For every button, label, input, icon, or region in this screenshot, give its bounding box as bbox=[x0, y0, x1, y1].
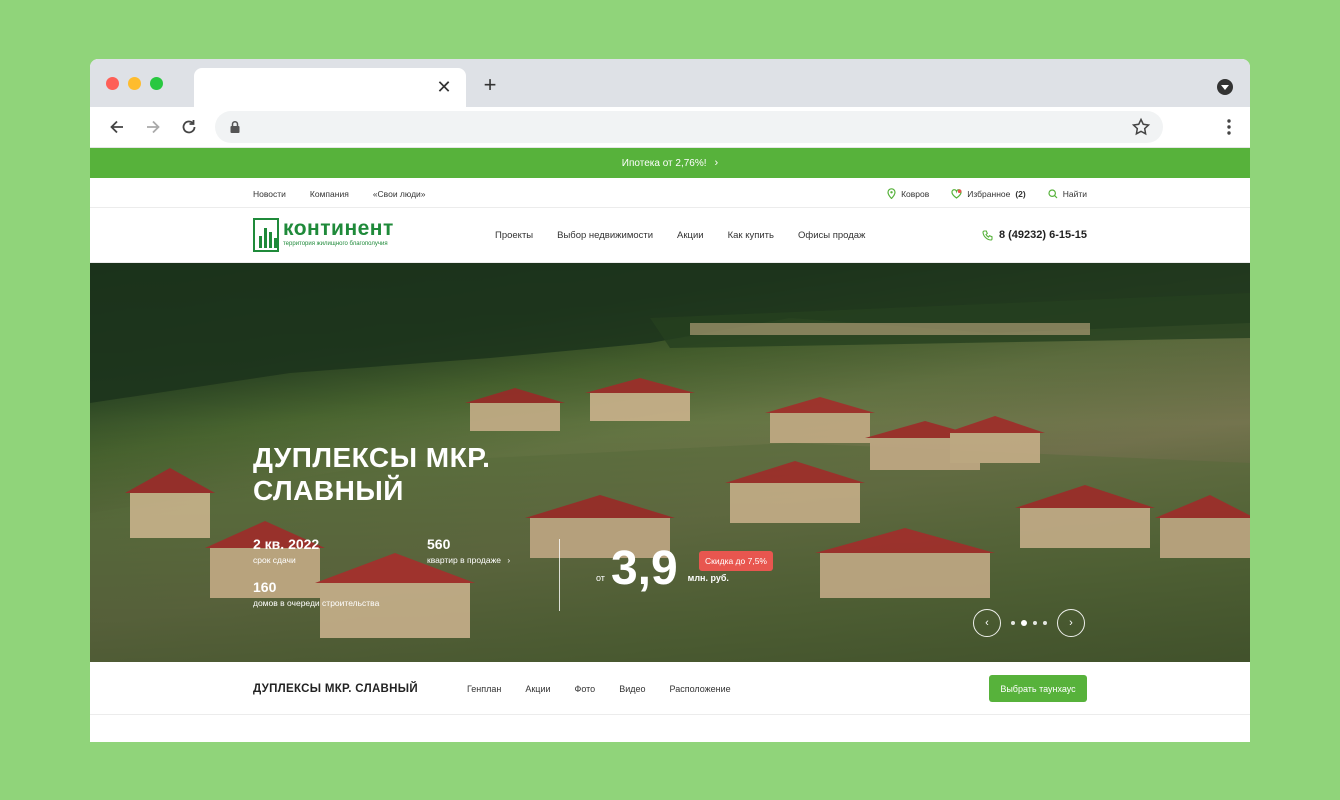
web-page: Ипотека от 2,76%! › Новости Компания «Св… bbox=[90, 148, 1250, 742]
favorites-link[interactable]: Избранное (2) bbox=[951, 188, 1026, 199]
address-bar[interactable] bbox=[215, 111, 1163, 143]
close-window-button[interactable] bbox=[106, 77, 119, 90]
stat-houses-value: 160 bbox=[253, 579, 277, 595]
stat-deadline-value: 2 кв. 2022 bbox=[253, 536, 320, 552]
back-button[interactable] bbox=[106, 116, 128, 138]
slider-next-button[interactable]: › bbox=[1057, 609, 1085, 637]
stat-deadline: 2 кв. 2022 срок сдачи bbox=[253, 536, 319, 565]
hero-title-line-1: ДУПЛЕКСЫ МКР. bbox=[253, 442, 491, 473]
city-label: Ковров bbox=[901, 188, 930, 199]
stat-houses-label: домов в очереди строительства bbox=[253, 598, 380, 608]
tab-search-button[interactable] bbox=[1217, 79, 1233, 95]
slider-pagination bbox=[1011, 620, 1047, 626]
choose-townhouse-button[interactable]: Выбрать таунхаус bbox=[989, 675, 1087, 702]
price-unit: млн. руб. bbox=[687, 573, 729, 583]
topnav-news[interactable]: Новости bbox=[253, 189, 286, 199]
arrow-left-icon bbox=[110, 120, 123, 134]
promo-banner[interactable]: Ипотека от 2,76%! › bbox=[90, 148, 1250, 178]
subnav-masterplan[interactable]: Генплан bbox=[467, 684, 501, 694]
browser-toolbar bbox=[90, 107, 1250, 148]
phone-icon bbox=[982, 229, 993, 241]
heart-icon bbox=[951, 188, 962, 199]
stat-houses: 160 домов в очереди строительства bbox=[253, 579, 379, 608]
subnav-promotions[interactable]: Акции bbox=[525, 684, 550, 694]
phone-link[interactable]: 8 (49232) 6-15-15 bbox=[982, 229, 1087, 241]
browser-tab[interactable]: ✕ bbox=[194, 68, 466, 107]
slider-controls: ‹ › bbox=[973, 609, 1085, 637]
nav-projects[interactable]: Проекты bbox=[495, 230, 533, 241]
stat-apartments-label-row: квартир в продаже › bbox=[427, 555, 510, 565]
discount-badge: Скидка до 7,5% bbox=[699, 551, 773, 571]
subnav-photo[interactable]: Фото bbox=[575, 684, 596, 694]
stat-divider bbox=[559, 539, 560, 611]
nav-sales-offices[interactable]: Офисы продаж bbox=[798, 230, 865, 241]
new-tab-button[interactable]: + bbox=[480, 74, 500, 96]
reload-icon bbox=[182, 120, 196, 134]
slide-dot[interactable] bbox=[1033, 621, 1037, 625]
site-logo[interactable]: континент территория жилищного благополу… bbox=[253, 218, 394, 252]
favorites-count: (2) bbox=[1015, 188, 1026, 199]
arrow-right-icon bbox=[147, 120, 160, 134]
nav-how-to-buy[interactable]: Как купить bbox=[728, 230, 774, 241]
hero-title: ДУПЛЕКСЫ МКР. СЛАВНЫЙ bbox=[253, 441, 490, 507]
city-selector[interactable]: Ковров bbox=[887, 188, 929, 199]
stat-apartments[interactable]: 560 квартир в продаже › bbox=[427, 536, 510, 565]
logo-name: континент bbox=[283, 217, 394, 240]
top-navigation: Новости Компания «Свои люди» Ковров Избр… bbox=[90, 178, 1250, 208]
tab-strip: ✕ + bbox=[90, 59, 1250, 107]
minimize-window-button[interactable] bbox=[128, 77, 141, 90]
reload-button[interactable] bbox=[178, 116, 200, 138]
stat-apartments-label: квартир в продаже bbox=[427, 555, 501, 565]
logo-tagline: территория жилищного благополучия bbox=[283, 241, 388, 247]
price-from: от bbox=[596, 573, 605, 583]
location-pin-icon bbox=[887, 188, 896, 199]
search-label: Найти bbox=[1062, 188, 1087, 199]
stat-deadline-label: срок сдачи bbox=[253, 555, 296, 565]
slide-dot-active[interactable] bbox=[1021, 620, 1027, 626]
logo-mark-icon bbox=[253, 218, 279, 252]
search-link[interactable]: Найти bbox=[1048, 189, 1087, 199]
forward-button[interactable] bbox=[142, 116, 164, 138]
slide-dot[interactable] bbox=[1011, 621, 1015, 625]
slide-dot[interactable] bbox=[1043, 621, 1047, 625]
chevron-right-icon: › bbox=[714, 157, 719, 169]
slider-prev-button[interactable]: ‹ bbox=[973, 609, 1001, 637]
browser-window: ✕ + Ипотека от 2,76%! › Новости Компания bbox=[90, 59, 1250, 742]
price-value: 3,9 bbox=[610, 542, 678, 595]
search-icon bbox=[1048, 188, 1058, 198]
subnav-video[interactable]: Видео bbox=[619, 684, 645, 694]
bookmark-star-icon[interactable] bbox=[1131, 117, 1151, 137]
main-navigation: Проекты Выбор недвижимости Акции Как куп… bbox=[495, 230, 865, 241]
promo-text: Ипотека от 2,76%! bbox=[621, 157, 707, 169]
nav-promotions[interactable]: Акции bbox=[677, 230, 704, 241]
hero-slider: ДУПЛЕКСЫ МКР. СЛАВНЫЙ 2 кв. 2022 срок сд… bbox=[90, 263, 1250, 662]
favorites-label: Избранное bbox=[967, 188, 1011, 199]
maximize-window-button[interactable] bbox=[150, 77, 163, 90]
topnav-company[interactable]: Компания bbox=[310, 189, 349, 199]
site-header: континент территория жилищного благополу… bbox=[90, 208, 1250, 263]
nav-property-choice[interactable]: Выбор недвижимости bbox=[557, 230, 653, 241]
phone-number: 8 (49232) 6-15-15 bbox=[998, 229, 1087, 241]
topnav-own-people[interactable]: «Свои люди» bbox=[373, 189, 426, 199]
lock-icon bbox=[230, 120, 240, 133]
browser-menu-icon[interactable] bbox=[1226, 117, 1232, 137]
project-title: ДУПЛЕКСЫ МКР. СЛАВНЫЙ bbox=[253, 683, 418, 695]
chevron-right-icon: › bbox=[507, 555, 511, 565]
subnav-location[interactable]: Расположение bbox=[670, 684, 731, 694]
stat-apartments-value: 560 bbox=[427, 536, 451, 552]
project-subnav: ДУПЛЕКСЫ МКР. СЛАВНЫЙ Генплан Акции Фото… bbox=[90, 662, 1250, 715]
tab-close-icon[interactable]: ✕ bbox=[434, 77, 454, 97]
hero-title-line-2: СЛАВНЫЙ bbox=[253, 475, 404, 506]
